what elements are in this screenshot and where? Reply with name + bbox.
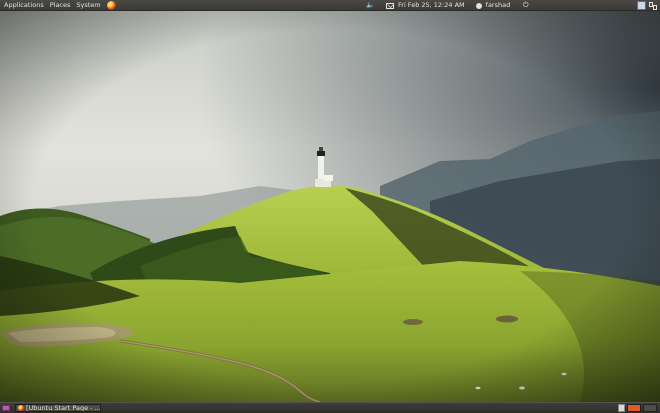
workspace-indicator-icon[interactable]: [637, 1, 646, 10]
firefox-icon[interactable]: [106, 1, 116, 10]
places-menu[interactable]: Places: [50, 0, 71, 11]
volume-icon[interactable]: 🔈: [366, 1, 375, 10]
desktop-wallpaper: [0, 11, 660, 402]
system-menu[interactable]: System: [76, 0, 100, 11]
top-panel: Applications Places System 🔈 Fri Feb 25,…: [0, 0, 660, 11]
show-desktop-icon[interactable]: [2, 405, 10, 411]
power-icon[interactable]: ⏻: [521, 1, 530, 10]
taskbar-button-ubuntu-start-page[interactable]: [Ubuntu Start Page - ...: [15, 404, 101, 412]
firefox-icon: [18, 405, 24, 411]
taskbar-button-label: [Ubuntu Start Page - ...: [26, 404, 101, 412]
top-panel-menus: Applications Places System: [4, 0, 116, 11]
user-name[interactable]: farshad: [486, 0, 511, 11]
indicator-area: 🔈 Fri Feb 25, 12:24 AM farshad ⏻: [366, 0, 530, 11]
clock[interactable]: Fri Feb 25, 12:24 AM: [398, 0, 465, 11]
bottom-panel: [Ubuntu Start Page - ...: [0, 402, 660, 413]
trash-icon[interactable]: [618, 404, 625, 412]
workspace-1[interactable]: [627, 404, 641, 412]
user-icon: [475, 2, 482, 9]
network-icon[interactable]: [649, 1, 657, 10]
workspace-switcher: [618, 404, 657, 412]
wallpaper-image: [0, 11, 660, 402]
top-panel-right: [637, 0, 657, 11]
workspace-2[interactable]: [643, 404, 657, 412]
mail-icon[interactable]: [386, 2, 394, 9]
applications-menu[interactable]: Applications: [4, 0, 44, 11]
